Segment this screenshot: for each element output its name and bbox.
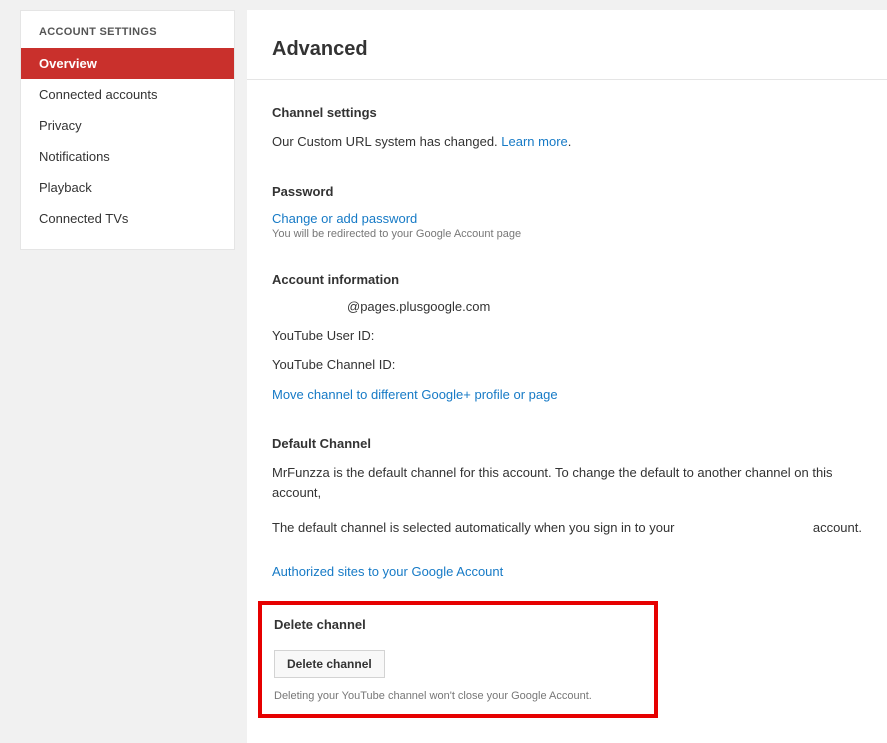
delete-channel-button[interactable]: Delete channel [274, 650, 385, 678]
default-channel-heading: Default Channel [272, 436, 862, 451]
password-heading: Password [272, 184, 862, 199]
sidebar-item-notifications[interactable]: Notifications [21, 141, 234, 172]
password-note: You will be redirected to your Google Ac… [272, 228, 862, 240]
account-email: @pages.plusgoogle.com [347, 299, 862, 314]
user-id-label: YouTube User ID: [272, 326, 862, 346]
change-password-link[interactable]: Change or add password [272, 211, 862, 226]
main-container: ACCOUNT SETTINGS Overview Connected acco… [0, 0, 887, 743]
page-title: Advanced [247, 10, 887, 80]
sidebar-item-playback[interactable]: Playback [21, 172, 234, 203]
sidebar: ACCOUNT SETTINGS Overview Connected acco… [20, 10, 235, 250]
sidebar-header: ACCOUNT SETTINGS [21, 11, 234, 48]
delete-channel-highlight: Delete channel Delete channel Deleting y… [258, 601, 658, 718]
password-section: Password Change or add password You will… [272, 184, 862, 240]
sidebar-item-overview[interactable]: Overview [21, 48, 234, 79]
learn-more-link[interactable]: Learn more [501, 134, 567, 149]
custom-url-text: Our Custom URL system has changed. Learn… [272, 132, 862, 152]
default-channel-section: Default Channel MrFunzza is the default … [272, 436, 862, 581]
account-info-section: Account information @pages.plusgoogle.co… [272, 272, 862, 405]
delete-channel-heading: Delete channel [274, 617, 642, 632]
channel-settings-heading: Channel settings [272, 105, 862, 120]
sidebar-item-connected-accounts[interactable]: Connected accounts [21, 79, 234, 110]
move-channel-link[interactable]: Move channel to different Google+ profil… [272, 385, 862, 405]
default-channel-line2-post: account. [813, 518, 862, 538]
sidebar-item-connected-tvs[interactable]: Connected TVs [21, 203, 234, 234]
custom-url-text-span: Our Custom URL system has changed. [272, 134, 501, 149]
account-info-heading: Account information [272, 272, 862, 287]
channel-id-label: YouTube Channel ID: [272, 355, 862, 375]
period: . [568, 134, 572, 149]
default-channel-line1: MrFunzza is the default channel for this… [272, 463, 862, 502]
default-channel-line2-pre: The default channel is selected automati… [272, 518, 675, 538]
default-channel-line2: The default channel is selected automati… [272, 518, 862, 538]
main-panel: Advanced Channel settings Our Custom URL… [247, 10, 887, 743]
sidebar-item-privacy[interactable]: Privacy [21, 110, 234, 141]
authorized-sites-link[interactable]: Authorized sites to your Google Account [272, 562, 862, 582]
channel-settings-section: Channel settings Our Custom URL system h… [272, 105, 862, 152]
content-area: Channel settings Our Custom URL system h… [247, 80, 887, 743]
delete-channel-note: Deleting your YouTube channel won't clos… [274, 690, 642, 702]
